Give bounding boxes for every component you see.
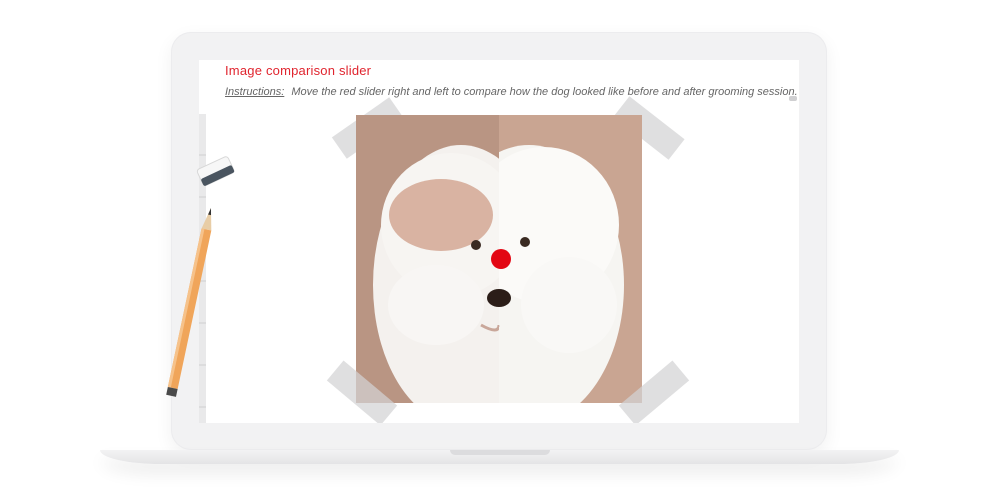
dog-after-drawing [434, 145, 624, 403]
laptop-screen: Image comparison slider Instructions: Mo… [199, 60, 799, 423]
page-title: Image comparison slider [225, 63, 372, 78]
instructions-line: Instructions: Move the red slider right … [225, 86, 798, 98]
dog-before-drawing [373, 145, 549, 403]
dog-after-image [434, 115, 642, 403]
scroll-indicator [789, 96, 797, 101]
instructions-label: Instructions: [225, 86, 285, 98]
dog-before-image [356, 115, 549, 403]
laptop-base-notch [450, 450, 550, 455]
comparison-slider-handle[interactable] [491, 249, 511, 269]
instructions-text: Move the red slider right and left to co… [291, 86, 798, 98]
